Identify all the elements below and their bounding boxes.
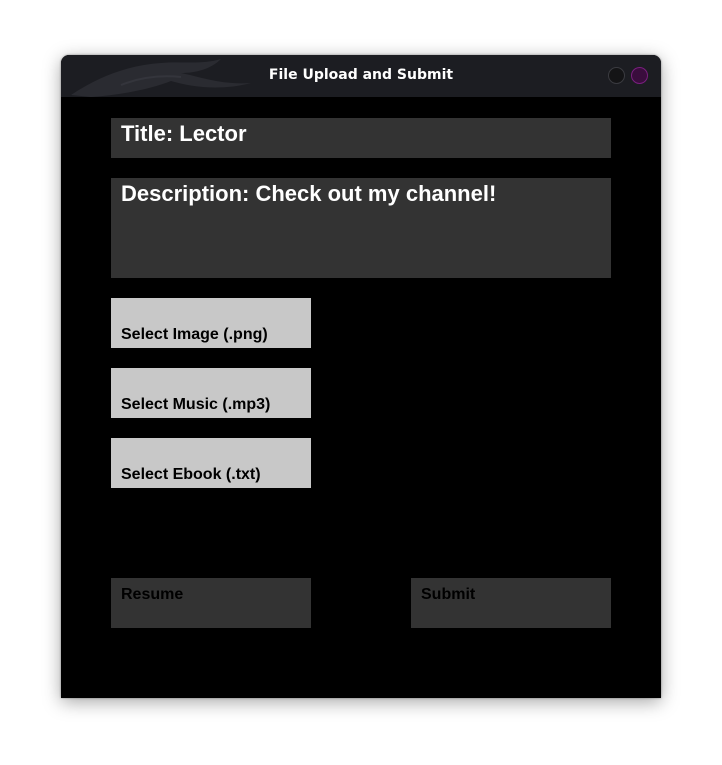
select-music-button[interactable]: Select Music (.mp3) [111,368,311,418]
select-image-button[interactable]: Select Image (.png) [111,298,311,348]
form-area: Title: Lector Description: Check out my … [61,97,661,698]
close-icon[interactable] [631,67,648,84]
resume-button[interactable]: Resume [111,578,311,628]
app-window: File Upload and Submit Title: Lector Des… [61,55,661,698]
title-field[interactable]: Title: Lector [111,118,611,158]
minimize-icon[interactable] [608,67,625,84]
submit-button[interactable]: Submit [411,578,611,628]
description-field[interactable]: Description: Check out my channel! [111,178,611,278]
select-ebook-button[interactable]: Select Ebook (.txt) [111,438,311,488]
window-titlebar[interactable]: File Upload and Submit [61,55,661,97]
window-title: File Upload and Submit [268,67,454,83]
